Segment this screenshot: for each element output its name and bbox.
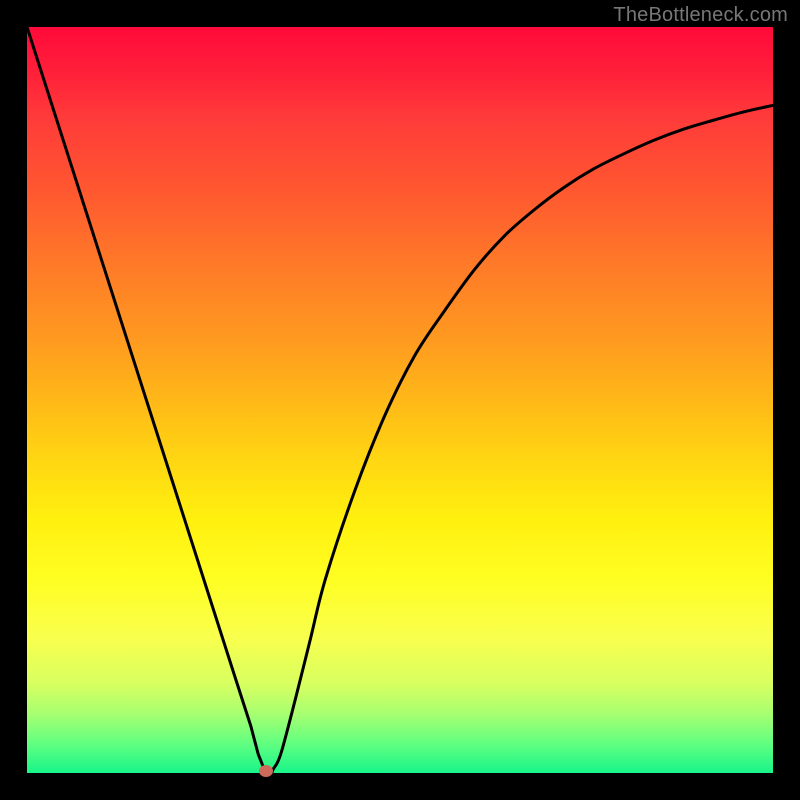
watermark-text: TheBottleneck.com xyxy=(613,4,788,27)
minimum-marker xyxy=(259,765,273,777)
curve-path xyxy=(27,27,773,773)
bottleneck-curve xyxy=(27,27,773,773)
plot-area xyxy=(27,27,773,773)
chart-frame: TheBottleneck.com xyxy=(0,0,800,800)
